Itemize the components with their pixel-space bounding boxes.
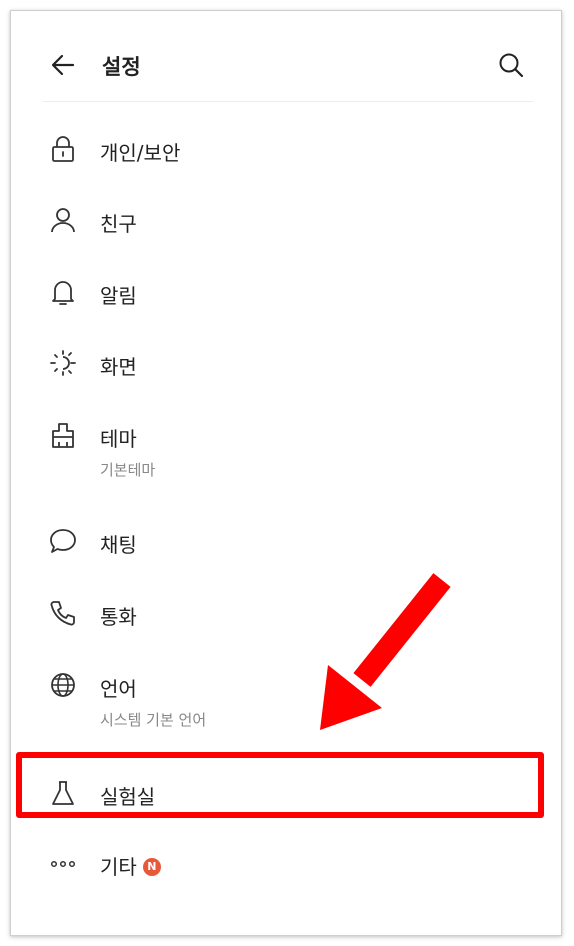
brush-icon [49, 421, 77, 449]
header-divider [43, 101, 533, 102]
menu-item-notifications[interactable]: 알림 [11, 272, 561, 312]
menu-item-theme[interactable]: 테마 기본테마 [11, 415, 561, 483]
phone-icon [49, 599, 77, 627]
menu-label: 통화 [100, 605, 137, 629]
search-button[interactable] [497, 51, 525, 79]
menu-label: 기타 N [100, 851, 161, 880]
sun-icon [49, 349, 77, 377]
menu-item-etc[interactable]: 기타 N [11, 843, 561, 883]
more-dots-icon [49, 849, 77, 877]
page-title: 설정 [102, 55, 141, 79]
menu-item-call[interactable]: 통화 [11, 593, 561, 633]
chat-bubble-icon [49, 527, 77, 555]
new-badge: N [142, 857, 161, 876]
bell-icon [49, 278, 77, 306]
red-arrow-icon [320, 573, 451, 730]
header: 설정 [11, 11, 561, 103]
menu-item-friends[interactable]: 친구 [11, 200, 561, 240]
menu-label: 테마 [100, 427, 137, 451]
menu-label: 채팅 [100, 533, 137, 557]
menu-item-privacy-security[interactable]: 개인/보안 [11, 129, 561, 169]
lock-icon [49, 135, 77, 163]
menu-label: 화면 [100, 355, 137, 379]
search-icon [499, 53, 524, 78]
menu-sublabel: 기본테마 [100, 461, 156, 479]
person-icon [49, 206, 77, 234]
arrow-left-icon [51, 54, 75, 76]
menu-label: 개인/보안 [100, 141, 181, 165]
globe-icon [49, 671, 77, 699]
menu-label: 언어 [100, 677, 137, 701]
menu-sublabel: 시스템 기본 언어 [100, 711, 207, 729]
menu-item-chat[interactable]: 채팅 [11, 521, 561, 561]
menu-label: 알림 [100, 284, 137, 308]
menu-label: 친구 [100, 212, 137, 236]
highlight-box [16, 752, 544, 818]
menu-item-language[interactable]: 언어 시스템 기본 언어 [11, 665, 561, 733]
menu-item-display[interactable]: 화면 [11, 343, 561, 383]
back-button[interactable] [49, 51, 77, 79]
